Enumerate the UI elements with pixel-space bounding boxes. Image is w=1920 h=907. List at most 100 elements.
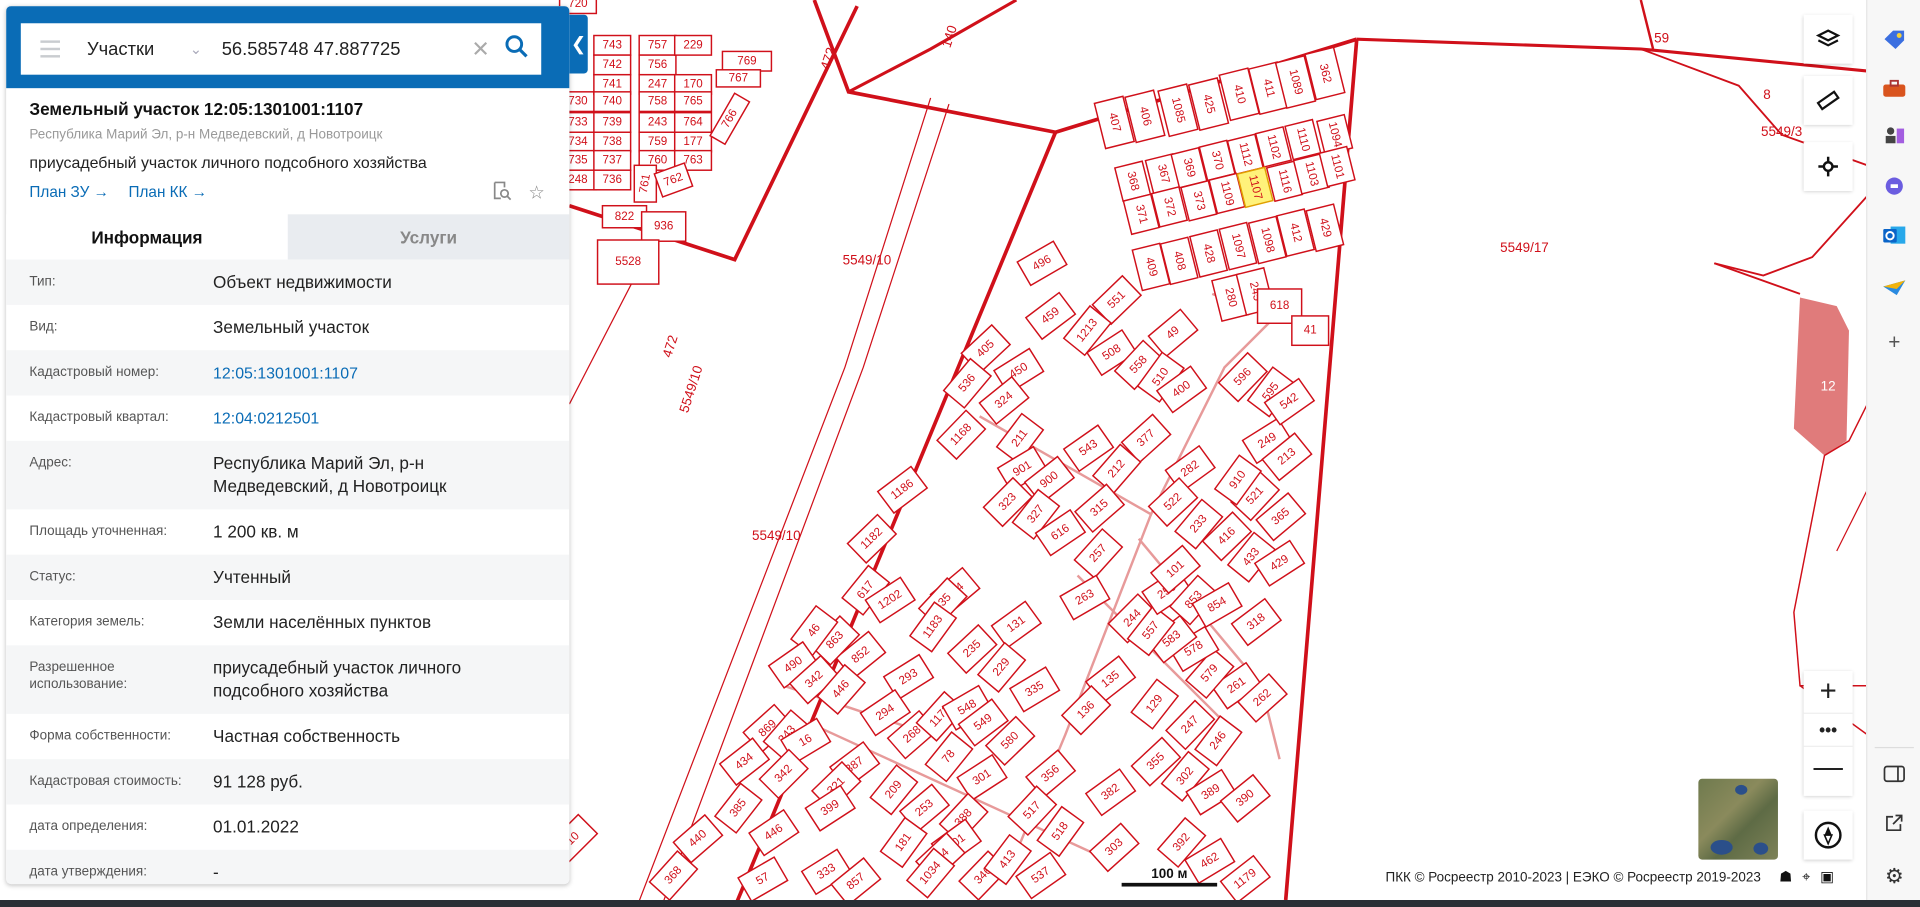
info-value: 91 128 руб. [213, 771, 303, 792]
parcel[interactable]: 496 [1016, 240, 1068, 287]
parcel[interactable]: 41 [1291, 315, 1330, 347]
parcel[interactable]: 739 [593, 111, 632, 133]
parcel[interactable]: 740 [593, 91, 632, 113]
parcel-label: 757 [648, 38, 667, 51]
info-row: Кадастровый номер: 12:05:1301001:1107 [6, 350, 570, 396]
parcel[interactable]: 243 [638, 111, 677, 133]
parcel[interactable]: 759 [638, 131, 677, 153]
parcel-label: 740 [603, 95, 623, 108]
more-button[interactable]: ••• [1803, 712, 1853, 747]
parcel[interactable]: 257 [1073, 527, 1124, 579]
compass-button[interactable] [1803, 810, 1853, 860]
parcel[interactable]: 737 [593, 149, 632, 171]
info-panel: Участки ⌄ 56.585748 47.887725 ✕ Земельны… [6, 6, 570, 885]
parcel[interactable]: 315 [1074, 483, 1126, 534]
attribution: ПКК © Росреестр 2010-2023 | ЕЭКО © Росре… [1385, 870, 1761, 886]
plan-kk-link[interactable]: План КК → [128, 184, 207, 201]
collapse-panel-button[interactable]: ❮ [569, 14, 588, 74]
info-value: Частная собственность [213, 726, 401, 746]
parcel[interactable]: 761 [633, 164, 658, 203]
panel-icon[interactable]: ▣ [1820, 868, 1834, 886]
area-label: 140 [939, 23, 960, 49]
info-row: Площадь уточненная: 1 200 кв. м [6, 509, 569, 554]
info-value[interactable]: 12:05:1301001:1107 [213, 361, 569, 384]
info-value: Республика Марий Эл, р-н Медведевский, д… [213, 453, 447, 496]
send-icon[interactable] [1880, 276, 1909, 300]
parcel[interactable]: 335 [1008, 666, 1061, 713]
parcel-label: 765 [683, 95, 702, 108]
parcel[interactable]: 757 [638, 34, 677, 56]
search-icon[interactable] [504, 34, 528, 65]
parcel[interactable]: 742 [593, 54, 632, 76]
parcel[interactable]: 49 [1147, 308, 1199, 358]
parcel[interactable]: 822 [601, 204, 648, 229]
object-use: приусадебный участок личного подсобного … [29, 153, 427, 172]
tab-services[interactable]: Услуги [287, 214, 570, 260]
parcel[interactable]: 936 [640, 211, 687, 242]
split-view-icon[interactable] [1880, 762, 1909, 786]
parcel[interactable]: 756 [638, 54, 677, 76]
parcel[interactable]: 129 [1130, 678, 1180, 730]
parcel[interactable]: 1182 [846, 513, 898, 564]
area-label: 472 [817, 45, 838, 71]
chess-icon[interactable] [1880, 122, 1909, 146]
info-label: Форма собственности: [29, 728, 171, 744]
parcel-label: 739 [603, 116, 622, 129]
parcel-label: 247 [648, 78, 667, 91]
browser-sidebar: + ⚙ [1866, 0, 1920, 901]
locate-button[interactable] [1803, 142, 1853, 192]
parcel[interactable]: 57 [737, 856, 789, 901]
layers-button[interactable] [1803, 14, 1853, 64]
ruler-button[interactable] [1803, 75, 1853, 125]
zoom-out-button[interactable]: — [1804, 747, 1853, 789]
parcel[interactable]: 303 [1088, 822, 1140, 873]
chevron-down-icon[interactable]: ⌄ [190, 40, 202, 57]
parcel[interactable]: 263 [1059, 574, 1111, 621]
info-value: Земли населённых пунктов [213, 612, 432, 632]
external-link-icon[interactable] [1880, 811, 1909, 835]
star-icon[interactable]: ☆ [528, 181, 544, 205]
parcel[interactable]: 738 [593, 131, 632, 153]
parcel-label: 743 [603, 38, 622, 51]
toolbox-icon[interactable] [1880, 76, 1909, 100]
tab-info[interactable]: Информация [6, 214, 288, 260]
boundary-line [1713, 262, 1801, 295]
outlook-icon[interactable] [1880, 223, 1909, 247]
menu-icon[interactable] [40, 40, 61, 58]
search-type-select[interactable]: Участки [87, 39, 185, 60]
parcel[interactable]: 229 [673, 34, 713, 56]
parcel[interactable]: 769 [721, 50, 773, 72]
parcel[interactable]: 1186 [876, 465, 929, 515]
parcel[interactable]: 177 [673, 131, 713, 153]
parcel[interactable]: 765 [673, 91, 713, 113]
parcel[interactable]: 736 [593, 169, 632, 191]
plan-zu-link[interactable]: План ЗУ → [29, 184, 109, 201]
tag-icon[interactable] [1880, 27, 1909, 51]
parcel[interactable]: 766 [709, 92, 751, 146]
parcel[interactable]: 131 [990, 600, 1043, 649]
search-document-icon[interactable] [492, 181, 512, 205]
parcel[interactable]: 382 [1084, 768, 1137, 817]
info-label: Разрешенное использование: [29, 660, 128, 692]
copilot-icon[interactable] [1880, 174, 1909, 198]
parcel-label: 177 [683, 135, 702, 148]
parcel[interactable]: 758 [638, 91, 677, 113]
app-root: 5549/10 5549/10 5549/10 5549/17 5549/3 59 8 12 4… [0, 0, 1920, 907]
crosshair-icon[interactable]: ⌖ [1802, 868, 1810, 886]
search-input[interactable]: 56.585748 47.887725 [222, 39, 472, 60]
info-value[interactable]: 12:04:0212501 [213, 407, 569, 430]
parcel[interactable]: 5528 [596, 239, 660, 285]
parcel[interactable]: 767 [715, 69, 762, 88]
parcel[interactable]: 764 [673, 111, 713, 133]
home-icon[interactable]: ☗ [1779, 868, 1792, 886]
settings-icon[interactable]: ⚙ [1880, 864, 1909, 888]
parcel[interactable]: 1168 [936, 409, 987, 461]
parcel[interactable]: 743 [593, 34, 632, 56]
clear-icon[interactable]: ✕ [471, 36, 489, 62]
info-label: Кадастровый квартал: [29, 410, 169, 425]
parcel[interactable]: 385 [713, 782, 763, 834]
parcel[interactable]: 446 [748, 808, 800, 857]
add-icon[interactable]: + [1880, 331, 1909, 355]
basemap-thumbnail[interactable] [1698, 778, 1778, 860]
zoom-in-button[interactable]: + [1804, 671, 1853, 713]
